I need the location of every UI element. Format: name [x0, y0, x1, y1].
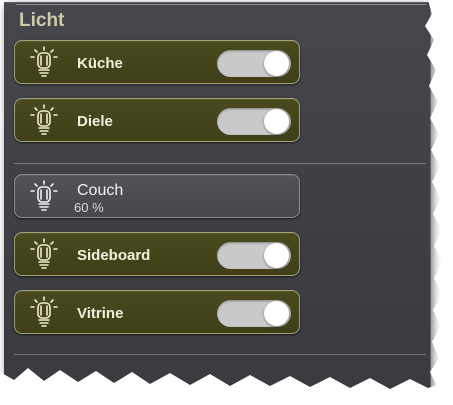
light-bulb-icon	[30, 238, 58, 269]
light-bulb-icon	[30, 180, 58, 211]
light-label: Küche	[77, 55, 123, 72]
light-tile-kueche[interactable]: Küche	[14, 40, 300, 84]
light-label: Couch	[77, 182, 124, 199]
light-label: Diele	[77, 113, 113, 130]
toggle-knob	[264, 301, 289, 326]
toggle-knob	[264, 51, 289, 76]
light-bulb-icon	[30, 46, 58, 77]
section-title: Licht	[19, 10, 65, 31]
toggle-knob	[264, 109, 289, 134]
light-label: Sideboard	[77, 247, 151, 264]
panel-top-divider	[16, 4, 426, 5]
light-tile-sideboard[interactable]: Sideboard	[14, 232, 300, 276]
toggle-switch[interactable]	[217, 300, 291, 327]
light-tile-diele[interactable]: Diele	[14, 98, 300, 142]
light-bulb-icon	[30, 296, 58, 327]
toggle-knob	[264, 243, 289, 268]
group-divider	[14, 354, 426, 355]
group-divider	[14, 163, 426, 164]
light-tile-vitrine[interactable]: Vitrine	[14, 290, 300, 334]
toggle-switch[interactable]	[217, 50, 291, 77]
light-panel: Licht Küche Diele Couch 60 % Sideboard V…	[4, 2, 431, 394]
light-bulb-icon	[30, 104, 58, 135]
toggle-switch[interactable]	[217, 108, 291, 135]
toggle-switch[interactable]	[217, 242, 291, 269]
light-tile-couch[interactable]: Couch 60 %	[14, 174, 300, 218]
dimmer-value: 60 %	[74, 200, 104, 215]
light-label: Vitrine	[77, 305, 124, 322]
